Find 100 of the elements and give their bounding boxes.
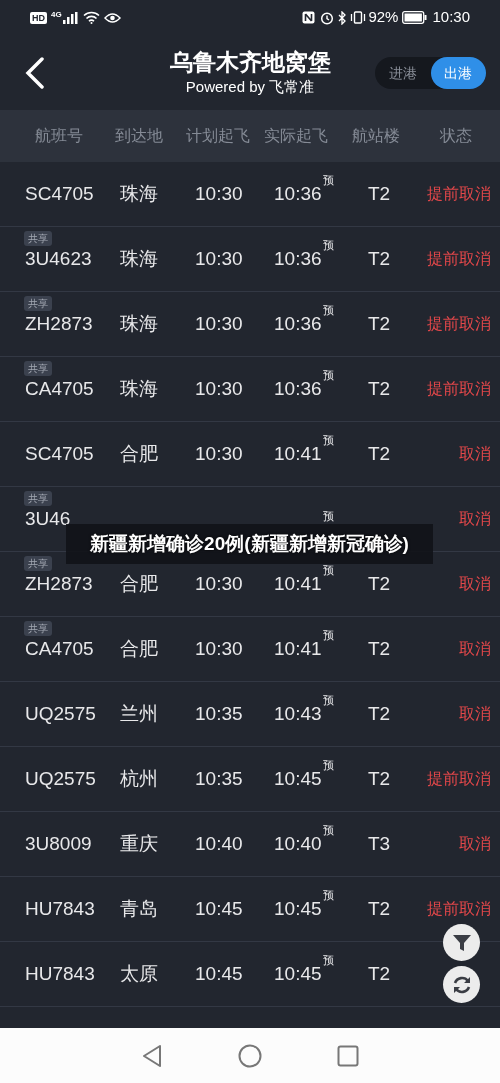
column-header: 到达地: [114, 126, 164, 146]
destination: 青岛: [120, 896, 159, 921]
terminal: T2: [368, 896, 392, 921]
flight-number: HU7843: [25, 896, 96, 921]
airport-title: 乌鲁木齐地窝堡: [169, 48, 331, 77]
actual-time: 10:41: [274, 636, 322, 661]
estimate-mark: 预: [322, 563, 334, 576]
terminal: T2: [368, 376, 392, 401]
column-header: 计划起飞: [186, 126, 252, 146]
estimate-mark: 预: [322, 433, 334, 446]
home-nav-icon[interactable]: [238, 1043, 262, 1068]
estimate-mark: 预: [322, 693, 334, 706]
shared-tag: 共享: [24, 556, 52, 571]
flight-status: 提前取消: [427, 249, 491, 269]
toggle-tab[interactable]: 进港: [375, 57, 431, 89]
flight-number: CA4705: [25, 636, 95, 661]
destination: 珠海: [120, 311, 159, 336]
actual-time: 10:36: [274, 376, 322, 401]
destination: 珠海: [120, 181, 159, 206]
network-type: 4G: [51, 9, 62, 20]
flight-number: UQ2575: [25, 701, 97, 726]
flight-status: 取消: [459, 574, 491, 594]
flight-status: 取消: [459, 509, 491, 529]
estimate-mark: 预: [322, 628, 334, 641]
flight-number: CA4705: [25, 376, 95, 401]
destination: 合肥: [120, 636, 159, 661]
terminal: T2: [368, 311, 392, 336]
planned-time: 10:45: [195, 896, 244, 921]
flight-number: 3U4623: [25, 246, 93, 271]
estimate-mark: 预: [322, 758, 334, 771]
wifi-icon: [82, 11, 100, 24]
terminal: T3: [368, 831, 392, 856]
flight-number: HU7843: [25, 961, 96, 986]
flight-number: ZH2873: [25, 571, 94, 596]
flight-status: 提前取消: [427, 314, 491, 334]
flight-status: 取消: [459, 704, 491, 724]
destination: 兰州: [120, 701, 159, 726]
nfc-icon: [302, 11, 316, 24]
toggle-tab[interactable]: 出港: [430, 57, 486, 89]
shared-tag: 共享: [24, 491, 52, 506]
back-nav-icon[interactable]: [141, 1043, 163, 1068]
planned-time: 10:35: [195, 701, 244, 726]
flight-status: 提前取消: [427, 899, 491, 919]
flight-status: 提前取消: [427, 769, 491, 789]
terminal: T2: [368, 766, 392, 791]
flight-number: ZH2873: [25, 311, 94, 336]
destination: 珠海: [120, 246, 159, 271]
terminal: T2: [368, 246, 392, 271]
estimate-mark: 预: [323, 510, 334, 522]
hd-badge: HD: [30, 11, 47, 24]
flight-number: SC4705: [25, 441, 95, 466]
planned-time: 10:30: [195, 376, 244, 401]
planned-time: 10:30: [195, 571, 244, 596]
signal-icon: [62, 11, 79, 24]
actual-time: 10:45: [274, 896, 322, 921]
flight-number: SC4705: [25, 181, 95, 206]
estimate-mark: 预: [322, 173, 334, 186]
actual-time: 10:41: [274, 571, 322, 596]
vibrate-icon: [350, 11, 367, 24]
destination: 合肥: [120, 441, 159, 466]
filter-icon: [451, 932, 472, 953]
flight-status: 取消: [459, 639, 491, 659]
filter-button[interactable]: [443, 924, 480, 961]
flight-number: 3U8009: [25, 831, 93, 856]
terminal: T2: [368, 701, 392, 726]
flight-number: UQ2575: [25, 766, 97, 791]
column-header: 实际起飞: [264, 126, 329, 146]
bluetooth-icon: [338, 10, 348, 25]
estimate-mark: 预: [322, 953, 334, 966]
estimate-mark: 预: [322, 888, 334, 901]
destination: 珠海: [120, 376, 159, 401]
actual-time: 10:45: [274, 766, 322, 791]
recents-nav-icon[interactable]: [337, 1044, 359, 1067]
terminal: T2: [368, 961, 392, 986]
planned-time: 10:30: [195, 441, 244, 466]
actual-time: 10:43: [274, 701, 322, 726]
actual-time: 10:41: [274, 441, 322, 466]
flight-status: 提前取消: [427, 379, 491, 399]
actual-time: 10:36: [274, 246, 322, 271]
back-icon[interactable]: [25, 57, 45, 89]
planned-time: 10:45: [195, 961, 244, 986]
battery-percent: 92%: [368, 7, 399, 28]
column-header: 状态: [440, 126, 474, 146]
alarm-icon: [320, 10, 335, 25]
destination: 太原: [120, 961, 159, 986]
actual-time: 10:40: [274, 831, 322, 856]
planned-time: 10:40: [195, 831, 244, 856]
flight-status: 取消: [459, 834, 491, 854]
destination: 杭州: [120, 766, 159, 791]
planned-time: 10:30: [195, 246, 244, 271]
destination: 合肥: [120, 571, 159, 596]
shared-tag: 共享: [24, 231, 52, 246]
refresh-button[interactable]: [443, 966, 480, 1003]
terminal: T2: [368, 571, 392, 596]
flight-status: 提前取消: [427, 184, 491, 204]
clock-time: 10:30: [432, 7, 470, 28]
actual-time: 10:36: [274, 181, 322, 206]
terminal: T2: [368, 636, 392, 661]
shared-tag: 共享: [24, 361, 52, 376]
actual-time: 10:36: [274, 311, 322, 336]
